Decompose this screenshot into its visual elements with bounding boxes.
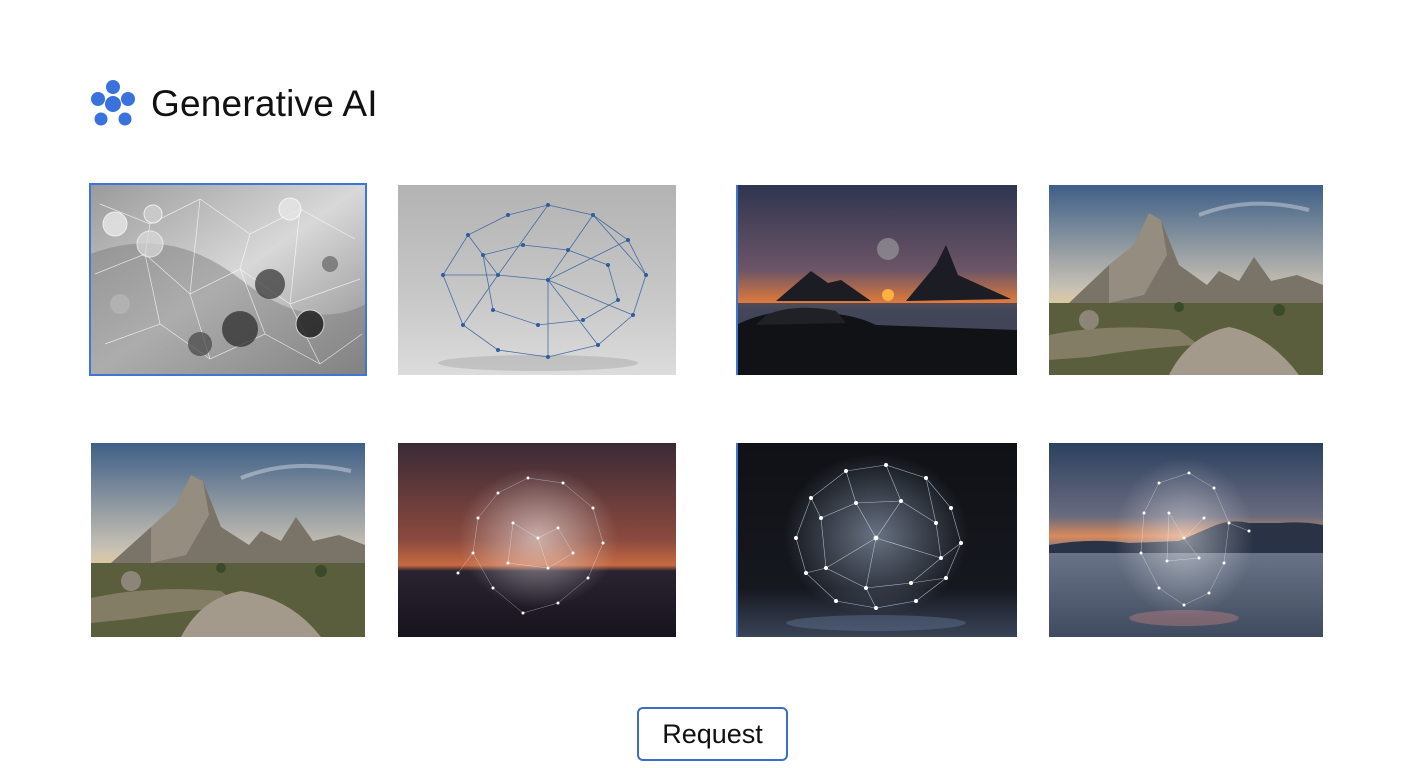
request-button[interactable]: Request (637, 707, 788, 761)
gallery-tile-8[interactable] (1049, 443, 1323, 637)
gallery-tile-6[interactable] (398, 443, 676, 637)
glowing-node-sphere-image (736, 443, 1017, 637)
mountain-sunset-image (736, 185, 1017, 375)
blue-node-network-image (398, 185, 676, 375)
gallery-tile-7[interactable] (736, 443, 1017, 637)
lake-particle-cloud-image (1049, 443, 1323, 637)
sunset-particle-cloud-image (398, 443, 676, 637)
page: Generative AI Request (0, 0, 1408, 768)
gallery-tile-1[interactable] (89, 183, 367, 376)
glass-spheres-network-image (90, 184, 366, 375)
rocky-mountain-landscape-image (91, 443, 365, 637)
header: Generative AI (89, 79, 378, 129)
gallery-tile-4[interactable] (1049, 185, 1323, 375)
rocky-mountain-landscape-image (1049, 185, 1323, 375)
blue-dots-logo-icon (91, 80, 135, 126)
gallery-tile-5[interactable] (91, 443, 365, 637)
page-title: Generative AI (151, 83, 378, 124)
gallery-tile-2[interactable] (398, 185, 676, 375)
gallery-tile-3[interactable] (736, 185, 1017, 375)
